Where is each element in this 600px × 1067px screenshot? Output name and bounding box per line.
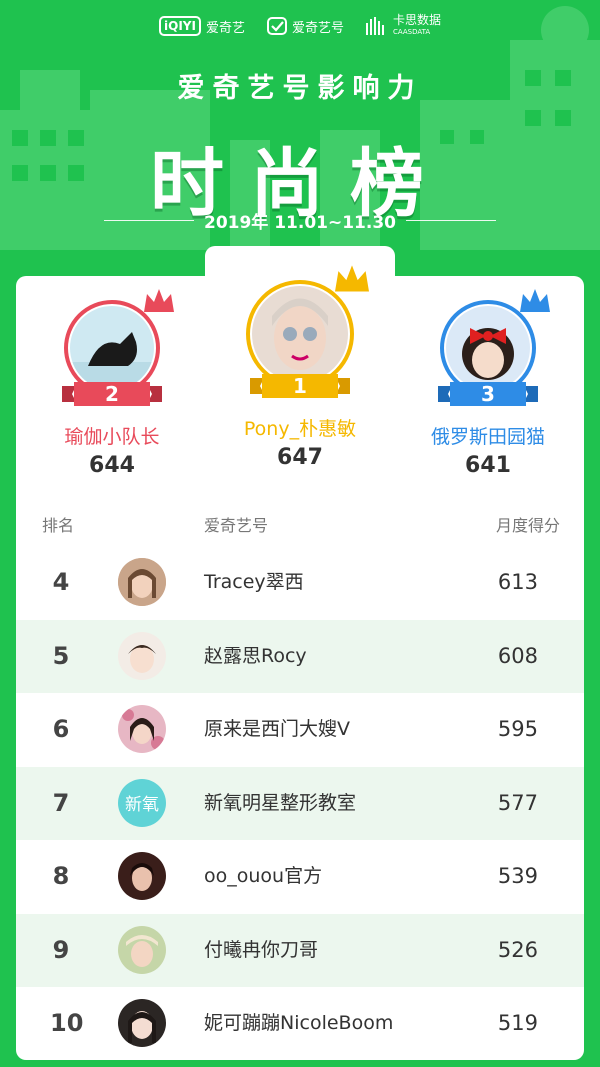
top3-name: 瑜伽小队长 [64, 426, 160, 448]
divider-left [103, 220, 194, 221]
avatar [70, 306, 154, 390]
row-rank: 8 [52, 862, 70, 890]
top3-item-rank3[interactable]: 3 俄罗斯田园猫 641 [398, 289, 578, 478]
crown-icon [335, 265, 369, 292]
row-name: Tracey翠西 [204, 571, 304, 593]
table-row[interactable]: 7 新氧 新氧明星整形教室 577 [16, 766, 584, 840]
brand-iqiyi: iQIYI 爱奇艺 [159, 16, 245, 36]
avatar [118, 852, 166, 900]
iqiyi-logo-icon: iQIYI [159, 16, 201, 36]
person-avatar-icon [118, 705, 166, 753]
top3-name: Pony_朴惠敏 [243, 418, 357, 440]
table-row[interactable]: 8 oo_ouou官方 539 [16, 840, 584, 914]
top3-name: 俄罗斯田园猫 [430, 426, 545, 448]
row-score: 577 [497, 790, 538, 815]
row-score: 519 [497, 1011, 538, 1035]
divider-right [406, 220, 497, 221]
person-avatar-icon [118, 852, 166, 900]
row-name: 赵露思Rocy [204, 644, 307, 667]
brand-caasdata-label: 卡思数据 [392, 13, 441, 27]
column-header-name: 爱奇艺号 [204, 516, 269, 535]
rank-badge: 3 [481, 382, 495, 406]
row-name: 妮可蹦蹦NicoleBoom [204, 1012, 394, 1034]
xinyang-logo-avatar: 新氧 [118, 778, 166, 827]
brand-iqiyi-hao: 爱奇艺号 [266, 17, 344, 36]
row-name: 原来是西门大嫂V [204, 718, 350, 740]
brand-caasdata-sub: CAASDATA [392, 28, 431, 36]
row-name: oo_ouou官方 [204, 865, 323, 887]
avatar-ring: 2 [62, 289, 174, 406]
row-rank: 9 [52, 935, 70, 964]
row-name: 付曦冉你刀哥 [204, 938, 319, 961]
table-row[interactable]: 10 妮可蹦蹦NicoleBoom 519 [16, 987, 584, 1061]
table-row[interactable]: 4 Tracey翠西 613 [16, 546, 584, 620]
brand-bar: iQIYI 爱奇艺 爱奇艺号 卡思数据 CAASDATA [0, 14, 600, 38]
top3-item-rank2[interactable]: 2 瑜伽小队长 644 [22, 289, 202, 478]
brand-iqiyi-label: 爱奇艺 [205, 20, 245, 36]
rank-badge: 1 [293, 374, 307, 398]
avatar [118, 631, 166, 680]
column-header-score: 月度得分 [495, 516, 560, 535]
avatar [446, 306, 530, 390]
row-score: 595 [497, 717, 538, 741]
brand-caasdata: 卡思数据 CAASDATA [365, 13, 441, 38]
bars-logo-icon [365, 17, 384, 35]
table-row[interactable]: 9 付曦冉你刀哥 526 [16, 913, 584, 987]
avatar [118, 925, 166, 974]
rank-badge: 2 [105, 382, 119, 406]
person-avatar-icon [118, 999, 166, 1047]
person-avatar-icon [118, 631, 166, 680]
row-rank: 6 [52, 715, 70, 743]
date-range: 2019年 11.01~11.30 [203, 213, 397, 233]
crown-icon [144, 289, 174, 312]
brand-iqiyi-hao-label: 爱奇艺号 [291, 20, 344, 36]
row-rank: 7 [52, 788, 70, 817]
check-box-icon [266, 17, 287, 35]
avatar [118, 705, 166, 753]
row-score: 539 [497, 864, 538, 888]
row-name: 新氧明星整形教室 [204, 791, 357, 814]
top3-score: 644 [89, 453, 135, 478]
date-range-row: 2019年 11.01~11.30 [0, 208, 600, 233]
avatar [118, 558, 166, 606]
doll-avatar-icon [462, 328, 514, 380]
person-avatar-icon [118, 925, 166, 974]
top3-score: 647 [277, 445, 323, 470]
table-row[interactable]: 5 赵露思Rocy 608 [16, 619, 584, 693]
avatar [252, 286, 348, 382]
avatar-ring: 1 [246, 265, 369, 398]
column-header-rank: 排名 [42, 516, 75, 535]
crown-icon [520, 289, 550, 312]
top3-item-rank1[interactable]: 1 Pony_朴惠敏 647 [210, 265, 390, 470]
ranking-list: 4 Tracey翠西 613 5 赵露思Rocy 608 6 原来是西门大嫂V … [16, 546, 584, 1061]
table-row[interactable]: 6 原来是西门大嫂V 595 [16, 693, 584, 767]
row-rank: 5 [52, 641, 70, 670]
row-rank: 4 [52, 568, 70, 596]
page-subtitle: 爱奇艺号影响力 [177, 73, 423, 104]
cat-avatar-icon [70, 332, 154, 390]
avatar-ring: 3 [438, 289, 550, 406]
row-score: 526 [497, 937, 538, 962]
person-avatar-icon [118, 558, 166, 606]
row-score: 608 [497, 643, 538, 668]
person-avatar-icon [272, 298, 328, 370]
row-score: 613 [497, 570, 538, 594]
avatar [118, 999, 166, 1047]
row-rank: 10 [50, 1009, 84, 1037]
top3-score: 641 [465, 453, 511, 478]
